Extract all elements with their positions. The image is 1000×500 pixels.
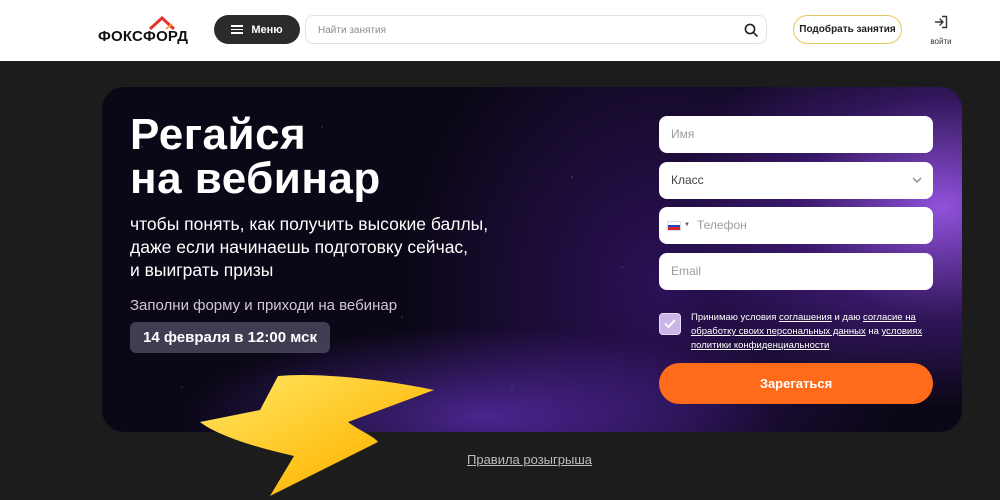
phone-input[interactable] — [697, 218, 937, 232]
email-input[interactable] — [671, 264, 911, 278]
login-button[interactable]: войти — [923, 15, 959, 46]
fill-form-note: Заполни форму и приходи на вебинар — [130, 297, 398, 314]
consent-text: Принимаю условия соглашения и даю соглас… — [691, 311, 951, 353]
headline-line-1: Регайся — [130, 110, 307, 159]
email-field[interactable] — [659, 253, 933, 290]
raffle-rules-link[interactable]: Правила розыгрыша — [467, 452, 592, 467]
lightning-bolt-icon — [200, 374, 434, 496]
subtitle-line-3: и выиграть призы — [130, 260, 274, 280]
search-icon[interactable] — [744, 23, 758, 37]
webinar-date-badge: 14 февраля в 12:00 мск — [130, 322, 330, 353]
headline-line-2: на вебинар — [130, 154, 381, 203]
consent-text-1: Принимаю условия — [691, 312, 780, 323]
grade-select-value: Класс — [671, 173, 704, 187]
chevron-down-icon — [912, 177, 922, 183]
burger-icon — [231, 25, 244, 34]
menu-label: Меню — [251, 23, 283, 36]
grade-select[interactable]: Класс — [659, 162, 933, 199]
consent-text-3: на — [865, 326, 882, 337]
subtitle-line-2: даже если начинаешь подготовку сейчас, — [130, 237, 469, 257]
login-icon — [934, 15, 948, 29]
subtitle-line-1: чтобы понять, как получить высокие баллы… — [130, 214, 489, 234]
checkmark-icon — [664, 319, 676, 328]
name-input[interactable] — [671, 127, 911, 141]
pick-classes-button[interactable]: Подобрать занятия — [793, 15, 902, 44]
consent-text-2: и даю — [831, 312, 864, 323]
logo-text: ФОКСФОРД — [98, 28, 189, 45]
menu-button[interactable]: Меню — [214, 15, 300, 44]
flag-dropdown-icon[interactable]: ▼ — [684, 222, 690, 228]
agreement-link[interactable]: соглашения — [779, 312, 832, 323]
login-label: войти — [930, 37, 952, 46]
search-input[interactable] — [318, 22, 718, 38]
search-bar[interactable] — [305, 15, 767, 44]
consent-checkbox[interactable] — [659, 313, 681, 335]
banner-headline: Регайся на вебинар — [130, 113, 381, 201]
register-button[interactable]: Зарегаться — [659, 363, 933, 404]
russia-flag-icon[interactable] — [667, 221, 681, 231]
banner-subtitle: чтобы понять, как получить высокие баллы… — [130, 213, 550, 282]
name-field[interactable] — [659, 116, 933, 153]
site-header: ФОКСФОРД Меню Подобрать занятия войти — [0, 0, 1000, 61]
foxford-logo[interactable]: ФОКСФОРД — [98, 16, 198, 45]
phone-field[interactable]: ▼ — [659, 207, 937, 244]
